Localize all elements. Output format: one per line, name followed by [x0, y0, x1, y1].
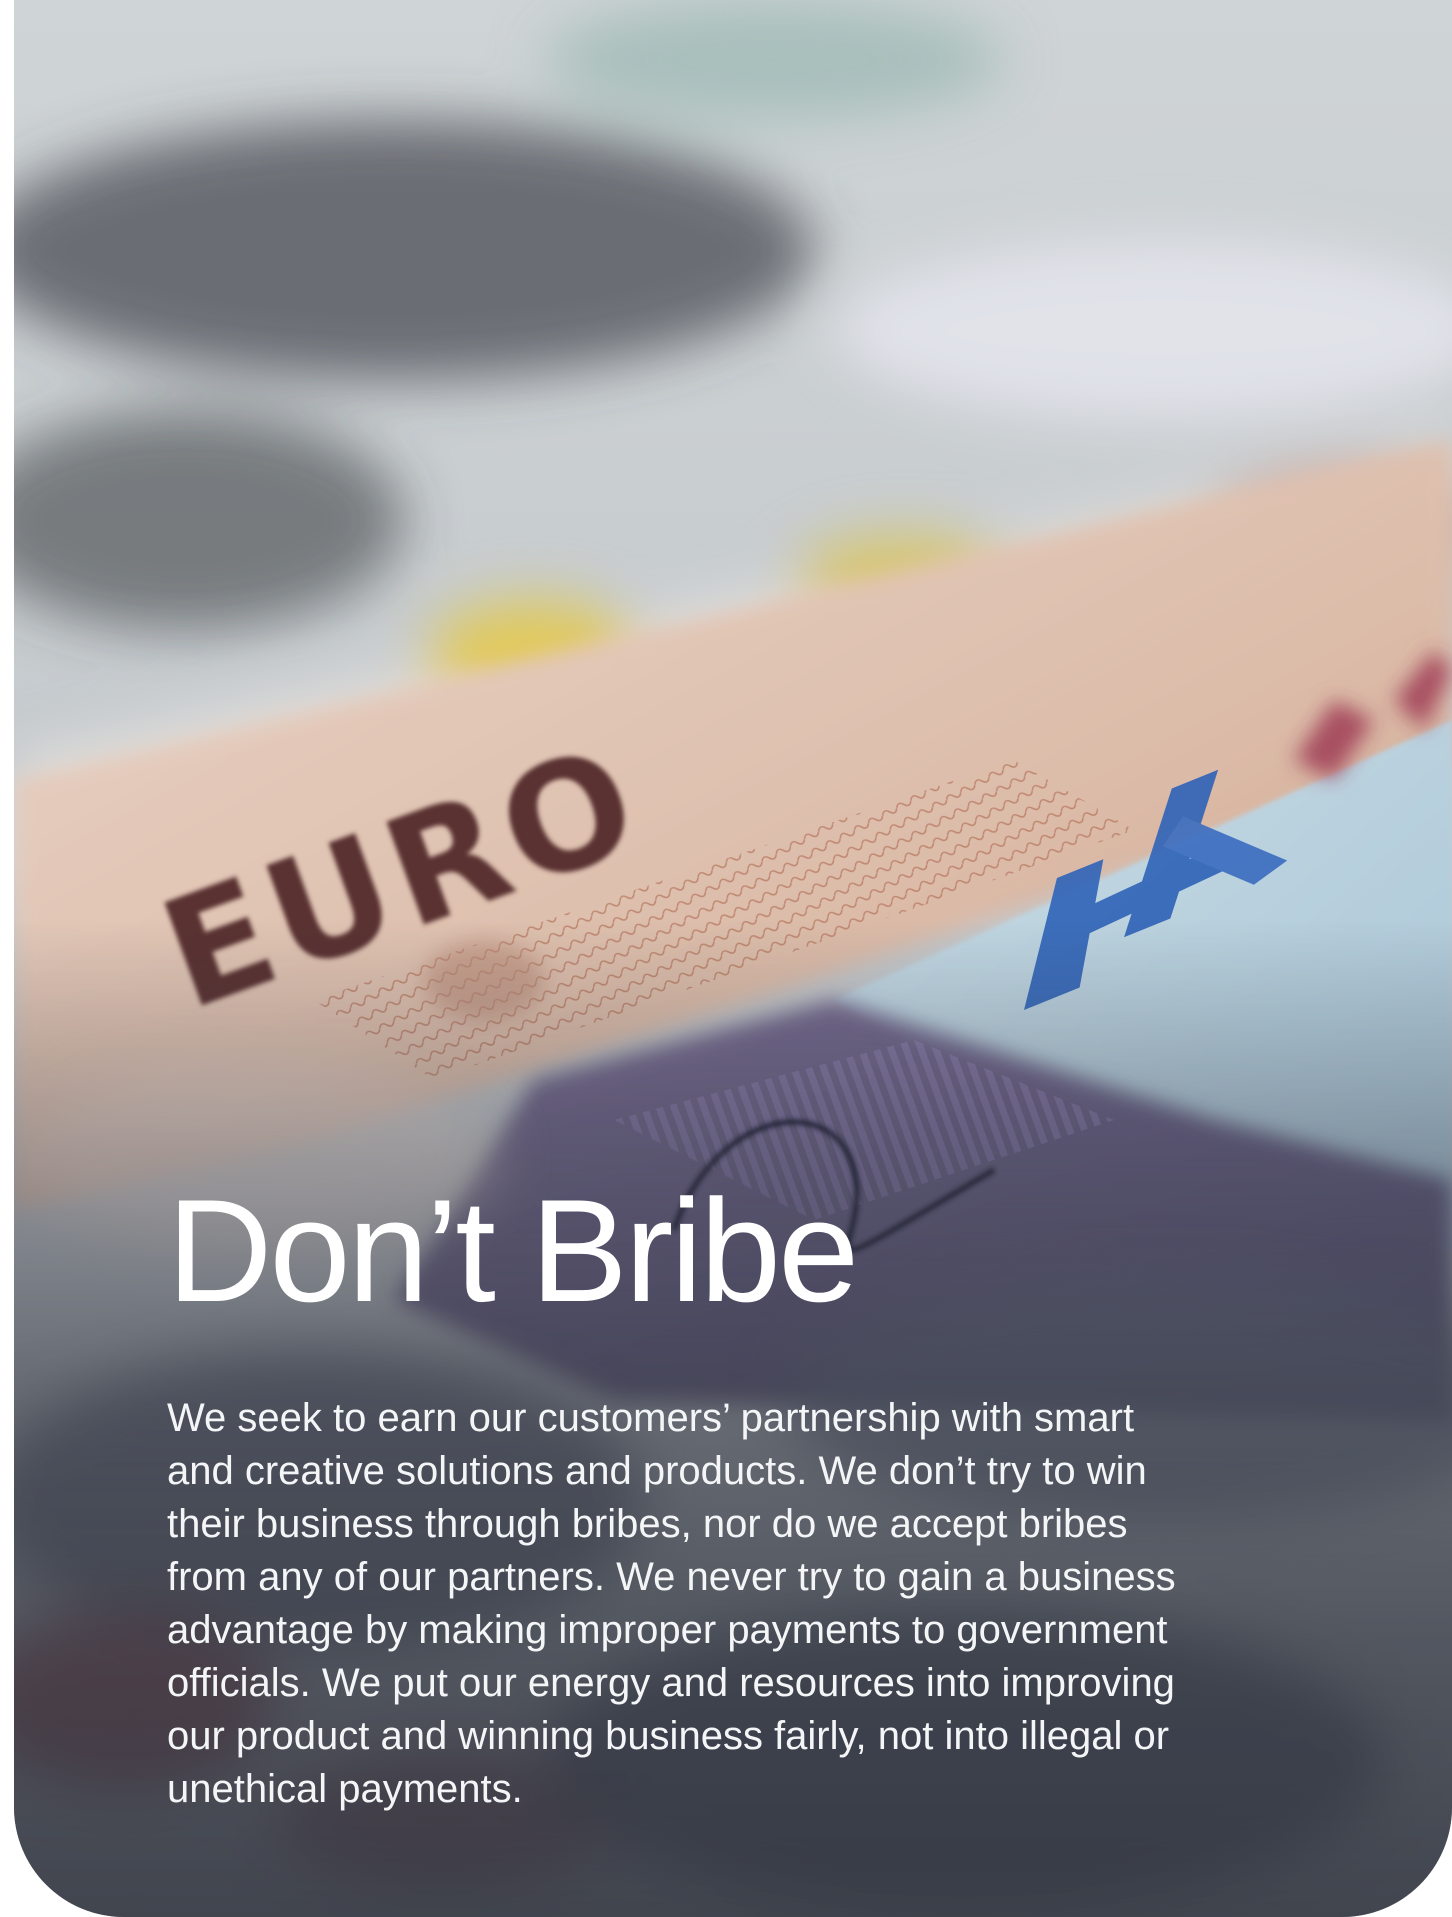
hero-card: EURO [14, 0, 1452, 1917]
hero-content: Don’t Bribe We seek to earn our customer… [167, 1178, 1267, 1816]
page-title: Don’t Bribe [167, 1169, 859, 1332]
body-paragraph: We seek to earn our customers’ partnersh… [167, 1396, 1176, 1811]
